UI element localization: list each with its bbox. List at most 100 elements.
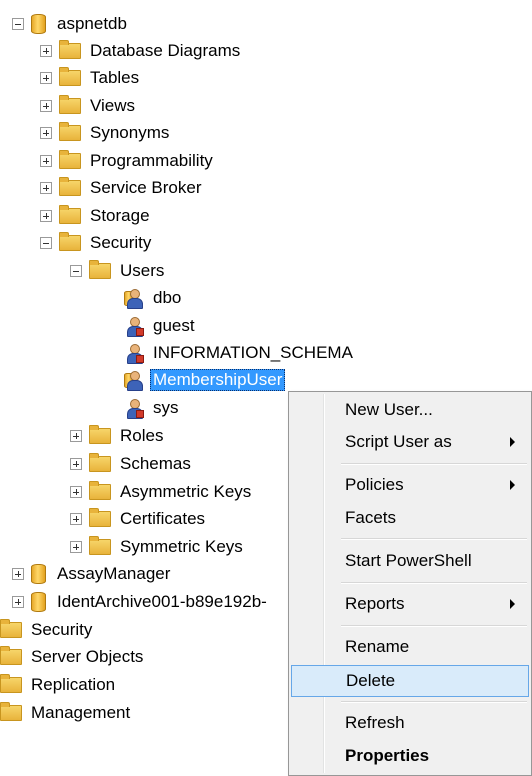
expand-toggle-icon[interactable]: [40, 127, 52, 139]
tree-node-label: Certificates: [120, 509, 206, 528]
expand-toggle-icon[interactable]: [40, 210, 52, 222]
menu-item-label: Reports: [345, 594, 405, 613]
tree-node-label: Users: [120, 261, 165, 280]
tree-node-label: dbo: [153, 288, 182, 307]
menu-item-label: Refresh: [345, 713, 405, 732]
tree-node-label: Programmability: [90, 151, 213, 170]
expand-toggle-icon[interactable]: [40, 45, 52, 57]
tree-node-label: Storage: [90, 206, 150, 225]
folder-icon: [0, 702, 22, 721]
tree-node-symmetric-keys[interactable]: Symmetric Keys: [70, 534, 246, 560]
menu-separator: [341, 463, 527, 465]
expand-toggle-icon[interactable]: [70, 458, 82, 470]
database-icon: [31, 14, 46, 34]
database-user-icon: [124, 370, 144, 391]
tree-node-db-security[interactable]: Security: [40, 230, 154, 256]
menu-item-delete[interactable]: Delete: [291, 665, 529, 697]
tree-node-aspnetdb[interactable]: aspnetdb: [12, 11, 130, 37]
tree-node-management[interactable]: Management: [0, 700, 133, 726]
menu-item-reports[interactable]: Reports: [291, 589, 529, 619]
tree-node-server-objects[interactable]: Server Objects: [0, 644, 146, 670]
folder-icon: [89, 425, 111, 444]
tree-node-users[interactable]: Users: [70, 258, 167, 284]
expand-toggle-icon[interactable]: [12, 596, 24, 608]
tree-node-label: Symmetric Keys: [120, 537, 243, 556]
menu-item-rename[interactable]: Rename: [291, 632, 529, 662]
database-icon: [31, 592, 46, 612]
folder-icon: [89, 453, 111, 472]
database-icon: [31, 564, 46, 584]
folder-icon: [59, 95, 81, 114]
tree-node-user-membershipuser[interactable]: MembershipUser: [124, 367, 286, 393]
expand-toggle-icon[interactable]: [40, 100, 52, 112]
tree-node-database-diagrams[interactable]: Database Diagrams: [40, 38, 243, 64]
tree-node-label: INFORMATION_SCHEMA: [153, 343, 353, 362]
expand-toggle-icon[interactable]: [70, 430, 82, 442]
menu-item-start-powershell[interactable]: Start PowerShell: [291, 546, 529, 576]
folder-icon: [89, 536, 111, 555]
menu-item-refresh[interactable]: Refresh: [291, 708, 529, 738]
menu-item-label: Delete: [346, 671, 396, 690]
tree-node-label: Views: [90, 96, 136, 115]
collapse-toggle-icon[interactable]: [40, 237, 52, 249]
menu-item-properties[interactable]: Properties: [291, 741, 529, 771]
collapse-toggle-icon[interactable]: [70, 265, 82, 277]
tree-node-asymmetric-keys[interactable]: Asymmetric Keys: [70, 479, 254, 505]
expand-toggle-icon[interactable]: [40, 155, 52, 167]
expand-toggle-icon[interactable]: [70, 541, 82, 553]
folder-icon: [59, 40, 81, 59]
menu-item-label: Script User as: [345, 432, 452, 451]
menu-item-label: Rename: [345, 637, 410, 656]
tree-node-replication[interactable]: Replication: [0, 672, 118, 698]
submenu-arrow-icon: [510, 480, 515, 490]
menu-item-label: Policies: [345, 475, 404, 494]
tree-node-certificates[interactable]: Certificates: [70, 506, 208, 532]
menu-item-policies[interactable]: Policies: [291, 470, 529, 500]
tree-node-views[interactable]: Views: [40, 93, 138, 119]
tree-node-server-security[interactable]: Security: [0, 617, 95, 643]
folder-icon: [59, 122, 81, 141]
folder-icon: [59, 205, 81, 224]
tree-node-label: aspnetdb: [57, 14, 127, 33]
tree-node-label: Replication: [31, 675, 116, 694]
tree-node-user-sys[interactable]: sys: [124, 395, 182, 421]
folder-icon: [59, 232, 81, 251]
menu-item-script-user-as[interactable]: Script User as: [291, 427, 529, 457]
context-menu: New User... Script User as Policies Face…: [288, 391, 532, 776]
expand-toggle-icon[interactable]: [40, 72, 52, 84]
expand-toggle-icon[interactable]: [40, 182, 52, 194]
folder-icon: [59, 177, 81, 196]
tree-node-programmability[interactable]: Programmability: [40, 148, 216, 174]
expand-toggle-icon[interactable]: [12, 568, 24, 580]
disabled-user-icon: [124, 398, 144, 419]
disabled-user-icon: [124, 316, 144, 337]
tree-node-service-broker[interactable]: Service Broker: [40, 175, 204, 201]
tree-node-label: Server Objects: [31, 647, 144, 666]
tree-node-label: Security: [31, 620, 93, 639]
collapse-toggle-icon[interactable]: [12, 18, 24, 30]
tree-node-user-dbo[interactable]: dbo: [124, 285, 184, 311]
folder-icon: [0, 619, 22, 638]
tree-node-tables[interactable]: Tables: [40, 65, 142, 91]
tree-node-user-guest[interactable]: guest: [124, 313, 198, 339]
folder-icon: [0, 646, 22, 665]
tree-node-synonyms[interactable]: Synonyms: [40, 120, 172, 146]
menu-item-facets[interactable]: Facets: [291, 503, 529, 533]
expand-toggle-icon[interactable]: [70, 513, 82, 525]
menu-item-new-user[interactable]: New User...: [291, 395, 529, 425]
expand-toggle-icon[interactable]: [70, 486, 82, 498]
tree-node-label: Schemas: [120, 454, 191, 473]
folder-icon: [0, 674, 22, 693]
tree-node-schemas[interactable]: Schemas: [70, 451, 194, 477]
tree-node-label: Security: [90, 233, 152, 252]
tree-node-identarchive[interactable]: IdentArchive001-b89e192b-: [12, 589, 270, 615]
tree-node-user-information-schema[interactable]: INFORMATION_SCHEMA: [124, 340, 356, 366]
tree-node-assaymanager[interactable]: AssayManager: [12, 561, 173, 587]
folder-icon: [59, 150, 81, 169]
menu-item-label: Start PowerShell: [345, 551, 472, 570]
tree-node-roles[interactable]: Roles: [70, 423, 166, 449]
menu-item-label: Properties: [345, 746, 430, 765]
folder-icon: [89, 260, 111, 279]
tree-node-storage[interactable]: Storage: [40, 203, 153, 229]
menu-item-label: Facets: [345, 508, 397, 527]
